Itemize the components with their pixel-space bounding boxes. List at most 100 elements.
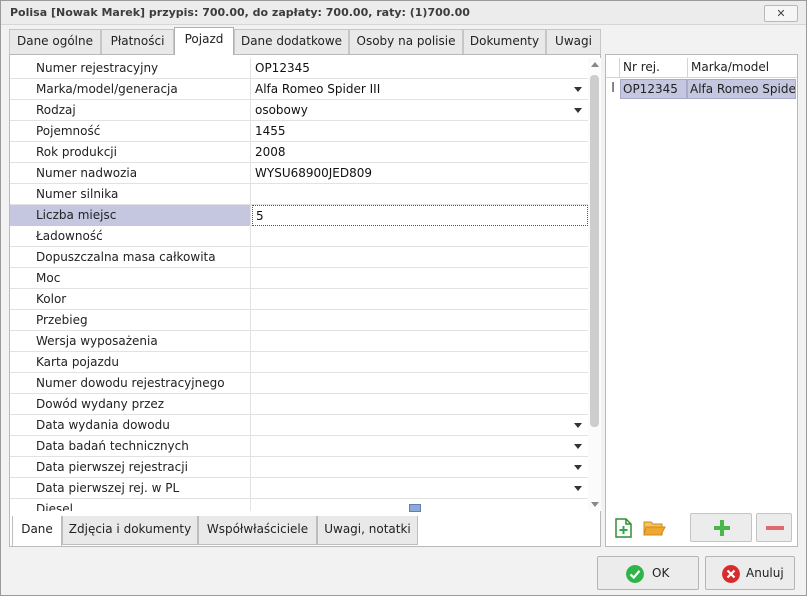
property-value-field[interactable] xyxy=(252,394,588,415)
property-row[interactable]: Rodzaj osobowy xyxy=(10,100,588,121)
dropdown-arrow-icon[interactable] xyxy=(574,108,582,113)
tab-platnosci[interactable]: Płatności xyxy=(101,29,174,54)
property-value-field[interactable] xyxy=(252,226,588,247)
property-label: Dowód wydany przez xyxy=(10,394,251,415)
column-marka-model[interactable]: Marka/model xyxy=(687,58,797,78)
property-value: osobowy xyxy=(255,103,308,117)
property-label: Wersja wyposażenia xyxy=(10,331,251,352)
property-value-field[interactable] xyxy=(252,268,588,289)
tab-dane-ogolne[interactable]: Dane ogólne xyxy=(9,29,101,54)
policy-window: Polisa [Nowak Marek] przypis: 700.00, do… xyxy=(0,0,807,596)
remove-icon xyxy=(766,526,784,530)
property-label: Ładowność xyxy=(10,226,251,247)
dropdown-arrow-icon[interactable] xyxy=(574,465,582,470)
property-value-field[interactable] xyxy=(252,352,588,373)
property-row[interactable]: Dopuszczalna masa całkowita xyxy=(10,247,588,268)
scroll-up-icon[interactable] xyxy=(591,62,599,67)
property-value-field[interactable] xyxy=(252,247,588,268)
property-row[interactable]: Numer nadwozia WYSU68900JED809 xyxy=(10,163,588,184)
tab-uwagi[interactable]: Uwagi xyxy=(546,29,601,54)
property-row[interactable]: Kolor xyxy=(10,289,588,310)
property-row[interactable]: Przebieg xyxy=(10,310,588,331)
tab-pojazd[interactable]: Pojazd xyxy=(174,27,234,55)
tab-zdjecia-i-dokumenty[interactable]: Zdjęcia i dokumenty xyxy=(62,516,198,545)
property-value-field[interactable]: OP12345 xyxy=(252,58,588,79)
property-value: 2008 xyxy=(255,145,286,159)
property-row[interactable]: Liczba miejsc 5 xyxy=(10,205,588,226)
cancel-button[interactable]: Anuluj xyxy=(705,556,795,590)
cell-nr-rej[interactable]: OP12345 xyxy=(620,79,687,99)
property-label: Data badań technicznych xyxy=(10,436,251,457)
property-row[interactable]: Wersja wyposażenia xyxy=(10,331,588,352)
tab-dane[interactable]: Dane xyxy=(12,516,62,547)
property-row[interactable]: Numer rejestracyjny OP12345 xyxy=(10,58,588,79)
property-label: Karta pojazdu xyxy=(10,352,251,373)
property-label: Numer rejestracyjny xyxy=(10,58,251,79)
property-row[interactable]: Data pierwszej rejestracji xyxy=(10,457,588,478)
cell-marka-model[interactable]: Alfa Romeo Spider III xyxy=(687,79,796,99)
tab-osoby-na-polisie[interactable]: Osoby na polisie xyxy=(349,29,463,54)
dropdown-arrow-icon[interactable] xyxy=(574,423,582,428)
column-nr-rej[interactable]: Nr rej. xyxy=(619,58,687,78)
dropdown-arrow-icon[interactable] xyxy=(574,87,582,92)
property-value-field[interactable] xyxy=(252,457,588,478)
property-row[interactable]: Numer silnika xyxy=(10,184,588,205)
property-row[interactable]: Data wydania dowodu xyxy=(10,415,588,436)
property-value-field[interactable] xyxy=(252,373,588,394)
property-row[interactable]: Rok produkcji 2008 xyxy=(10,142,588,163)
tab-wspolwlasciciele[interactable]: Współwłaściciele xyxy=(198,516,317,545)
tab-uwagi-notatki[interactable]: Uwagi, notatki xyxy=(317,516,418,545)
add-icon xyxy=(714,520,730,536)
property-row[interactable]: Marka/model/generacja Alfa Romeo Spider I… xyxy=(10,79,588,100)
ok-button[interactable]: OK xyxy=(597,556,699,590)
close-icon: ✕ xyxy=(776,7,786,20)
property-value-field[interactable] xyxy=(252,184,588,205)
vehicle-list-panel: Nr rej. Marka/model I OP12345 Alfa Romeo… xyxy=(605,54,798,547)
scrollbar-thumb[interactable] xyxy=(590,75,599,427)
property-value-field[interactable]: 5 xyxy=(252,205,588,226)
close-button[interactable]: ✕ xyxy=(764,5,798,22)
property-value-field[interactable]: 2008 xyxy=(252,142,588,163)
open-folder-icon[interactable] xyxy=(642,516,666,540)
property-value-field[interactable] xyxy=(252,478,588,499)
property-value-field[interactable]: WYSU68900JED809 xyxy=(252,163,588,184)
property-value-field[interactable] xyxy=(252,289,588,310)
property-value-field[interactable]: 1455 xyxy=(252,121,588,142)
row-indicator: I xyxy=(611,81,615,96)
property-value-field[interactable] xyxy=(252,436,588,457)
property-label: Data pierwszej rej. w PL xyxy=(10,478,251,499)
grid-handle[interactable] xyxy=(409,504,421,512)
property-value-field[interactable]: osobowy xyxy=(252,100,588,121)
remove-vehicle-button[interactable] xyxy=(756,513,792,542)
new-document-icon[interactable] xyxy=(612,516,636,540)
property-row[interactable]: Data badań technicznych xyxy=(10,436,588,457)
dropdown-arrow-icon[interactable] xyxy=(574,486,582,491)
property-row[interactable]: Numer dowodu rejestracyjnego xyxy=(10,373,588,394)
property-row[interactable]: Ładowność xyxy=(10,226,588,247)
ok-label: OK xyxy=(652,566,670,580)
property-label: Moc xyxy=(10,268,251,289)
property-row[interactable]: Pojemność 1455 xyxy=(10,121,588,142)
property-label: Dopuszczalna masa całkowita xyxy=(10,247,251,268)
property-label: Pojemność xyxy=(10,121,251,142)
table-row[interactable]: I OP12345 Alfa Romeo Spider III xyxy=(606,79,797,99)
tab-dane-dodatkowe[interactable]: Dane dodatkowe xyxy=(234,29,349,54)
dropdown-arrow-icon[interactable] xyxy=(574,444,582,449)
tab-dokumenty[interactable]: Dokumenty xyxy=(463,29,546,54)
property-row[interactable]: Karta pojazdu xyxy=(10,352,588,373)
property-row[interactable]: Diesel xyxy=(10,499,588,511)
property-label: Kolor xyxy=(10,289,251,310)
scroll-down-icon[interactable] xyxy=(591,502,599,507)
property-row[interactable]: Moc xyxy=(10,268,588,289)
vertical-scrollbar[interactable] xyxy=(588,58,601,511)
add-vehicle-button[interactable] xyxy=(690,513,752,542)
vehicle-list-toolbar xyxy=(606,510,797,546)
property-label: Data wydania dowodu xyxy=(10,415,251,436)
property-row[interactable]: Data pierwszej rej. w PL xyxy=(10,478,588,499)
property-value-field[interactable] xyxy=(252,331,588,352)
property-row[interactable]: Dowód wydany przez xyxy=(10,394,588,415)
vehicle-details-panel: Numer rejestracyjny OP12345 Marka/model/ge… xyxy=(9,54,601,547)
property-value-field[interactable] xyxy=(252,310,588,331)
property-value-field[interactable]: Alfa Romeo Spider III xyxy=(252,79,588,100)
property-value-field[interactable] xyxy=(252,415,588,436)
